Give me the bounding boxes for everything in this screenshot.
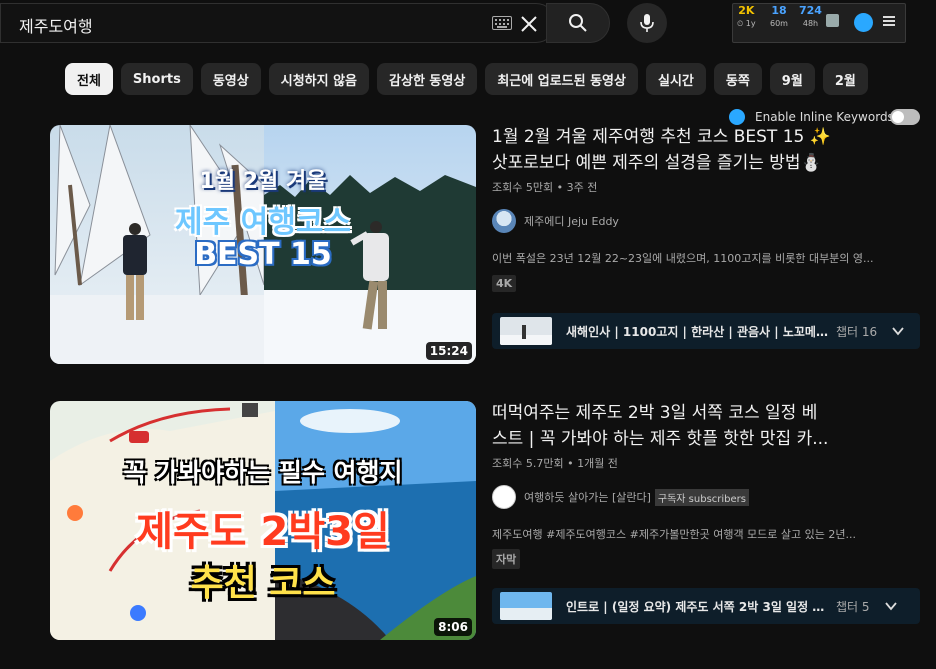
quality-badge: 4K [492, 275, 517, 292]
clear-search-icon[interactable] [519, 14, 539, 34]
chip-unwatched[interactable]: 시청하지 않음 [268, 63, 370, 95]
video-title[interactable]: 1월 2월 겨울 제주여행 추천 코스 BEST 15 ✨ 삿포로보다 예쁜 제… [492, 124, 912, 176]
video-title[interactable]: 떠먹여주는 제주도 2박 3일 서쪽 코스 일정 베 스트 | 꼭 가봐야 하는… [492, 400, 912, 452]
chip-watched[interactable]: 감상한 동영상 [377, 63, 478, 95]
chip-east[interactable]: 동쪽 [713, 63, 762, 95]
ext-stat-48h: 724 48h [799, 4, 822, 28]
search-box[interactable]: 제주도여행 [0, 3, 556, 43]
inline-keywords-label: Enable Inline Keywords [755, 110, 894, 124]
thumbnail-caption-2: 제주 여행코스 [174, 205, 352, 240]
chip-shorts[interactable]: Shorts [120, 63, 193, 95]
ext-stat-views: 2K ⏲ 1y [737, 4, 756, 28]
video-description: 제주도여행 #제주도여행코스 #제주가볼만한곳 여행객 모드로 살고 있는 2년… [492, 528, 856, 541]
chapter-count: 챕터 5 [836, 599, 870, 614]
extension-logo-icon[interactable] [854, 13, 873, 32]
video-duration: 8:06 [434, 618, 472, 636]
inline-keywords-toggle[interactable] [890, 109, 920, 125]
chapter-thumbnail [500, 592, 552, 620]
channel-name[interactable]: 여행하듯 살아가는 [살란다] [524, 489, 651, 505]
channel-name[interactable]: 제주에디 Jeju Eddy [524, 213, 619, 229]
thumbnail-caption-3: 추천 코스 [190, 563, 336, 604]
chip-recent[interactable]: 최근에 업로드된 동영상 [485, 63, 638, 95]
thumbnail-caption-2: 제주도 2박3일 [136, 509, 390, 555]
chip-february[interactable]: 2월 [822, 63, 868, 95]
video-duration: 15:24 [425, 342, 472, 360]
chevron-down-icon[interactable] [884, 599, 898, 613]
ext-stat-60m: 18 60m [770, 4, 788, 28]
channel-row[interactable]: 제주에디 Jeju Eddy [492, 209, 619, 233]
chip-all[interactable]: 전체 [65, 63, 113, 95]
menu-icon[interactable] [883, 16, 895, 26]
search-button[interactable] [546, 3, 610, 43]
chapter-title: 인트로 | (일정 요약) 제주도 서쪽 2박 3일 일정 |... [566, 599, 828, 614]
keyboard-icon[interactable] [492, 16, 512, 30]
chapter-thumbnail [500, 317, 552, 345]
chip-videos[interactable]: 동영상 [200, 63, 261, 95]
thumbnail-caption-1: 꼭 가봐야하는 필수 여행지 [123, 458, 403, 487]
extension-logo-icon [729, 109, 745, 125]
chapters-bar[interactable]: 인트로 | (일정 요약) 제주도 서쪽 2박 3일 일정 |... 챕터 5 [492, 588, 920, 624]
subtitles-badge: 자막 [492, 549, 521, 569]
microphone-icon [640, 14, 654, 32]
chapters-bar[interactable]: 새해인사 | 1100고지 | 한라산 | 관음사 | 노꼬메... 챕터 16 [492, 313, 920, 349]
video-meta: 조회수 5만회 • 3주 전 [492, 181, 598, 194]
chapter-title: 새해인사 | 1100고지 | 한라산 | 관음사 | 노꼬메... [566, 324, 828, 339]
avatar[interactable] [492, 209, 516, 233]
search-input[interactable]: 제주도여행 [19, 13, 93, 37]
thumbnail-caption-3: BEST 15 [194, 237, 332, 272]
subscriber-badge: 구독자 subscribers [654, 488, 749, 506]
thumbnail-caption-1: 1월 2월 겨울 [199, 169, 327, 194]
video-thumbnail[interactable]: 꼭 가봐야하는 필수 여행지 제주도 2박3일 추천 코스 8:06 [50, 401, 476, 640]
video-meta: 조회수 5.7만회 • 1개월 전 [492, 457, 618, 470]
chip-live[interactable]: 실시간 [645, 63, 706, 95]
video-thumbnail[interactable]: 1월 2월 겨울 제주 여행코스 BEST 15 15:24 [50, 125, 476, 364]
chapter-count: 챕터 16 [836, 324, 878, 339]
voice-search-button[interactable] [627, 3, 667, 43]
bar-chart-icon[interactable] [826, 14, 839, 27]
channel-row[interactable]: 여행하듯 살아가는 [살란다] 구독자 subscribers [492, 485, 749, 509]
filter-chips: 전체 Shorts 동영상 시청하지 않음 감상한 동영상 최근에 업로드된 동… [65, 63, 868, 95]
search-icon [569, 14, 587, 32]
video-description: 이번 폭설은 23년 12월 22~23일에 내렸으며, 1100고지를 비롯한… [492, 252, 874, 265]
avatar[interactable] [492, 485, 516, 509]
chip-september[interactable]: 9월 [769, 63, 815, 95]
chevron-down-icon[interactable] [891, 324, 905, 338]
